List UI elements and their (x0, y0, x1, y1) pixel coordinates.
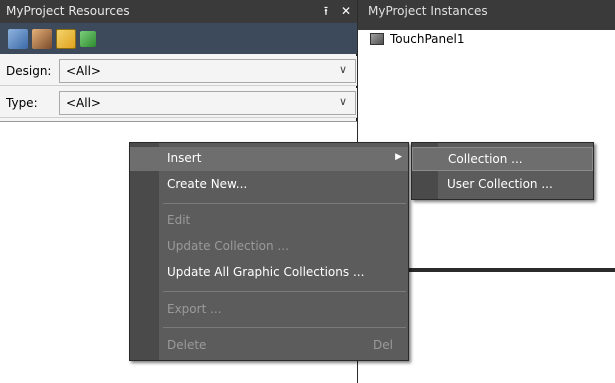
instances-panel-title-bar: MyProject Instances (358, 0, 615, 30)
menu-item-insert[interactable]: Insert ▶ (130, 147, 408, 171)
collection-folder-icon[interactable] (56, 28, 76, 49)
menu-separator (163, 291, 406, 292)
resources-toolbar (0, 23, 357, 54)
menu-item-label: Update Collection ... (167, 239, 289, 253)
menu-item-collection[interactable]: Collection ... (412, 147, 593, 171)
menu-item-label: Export ... (167, 302, 222, 316)
menu-item-edit: Edit (130, 209, 408, 233)
resources-panel-title: MyProject Resources (6, 4, 130, 18)
type-filter-row: Type: <All> ∨ (0, 88, 357, 118)
menu-item-shortcut: Del (373, 338, 393, 352)
menu-item-label: Update All Graphic Collections ... (167, 265, 365, 279)
tree-item-label: TouchPanel1 (390, 32, 465, 46)
list-icon[interactable] (80, 30, 96, 47)
menu-item-label: Delete (167, 338, 207, 352)
title-bar-buttons: ⭱ ✕ (317, 2, 355, 20)
type-select[interactable]: <All> ∨ (59, 91, 356, 115)
tree-item-touchpanel1[interactable]: TouchPanel1 (370, 32, 464, 46)
touch-panel-icon (370, 33, 384, 45)
pin-icon[interactable]: ⭱ (317, 2, 335, 20)
design-label: Design: (6, 64, 52, 78)
design-filter-row: Design: <All> ∨ (0, 56, 357, 86)
menu-item-update-all-graphic-collections[interactable]: Update All Graphic Collections ... (130, 261, 408, 285)
submenu-arrow-icon: ▶ (395, 152, 402, 162)
graphics-icon[interactable] (32, 28, 52, 49)
design-select-value: <All> (66, 64, 101, 78)
chevron-down-icon: ∨ (338, 63, 347, 76)
context-menu: Insert ▶ Create New... Edit Update Colle… (129, 142, 409, 361)
menu-item-label: Insert (167, 151, 202, 165)
menu-item-create-new[interactable]: Create New... (130, 173, 408, 197)
chevron-down-icon: ∨ (338, 95, 347, 108)
menu-separator (163, 327, 406, 328)
resources-icon[interactable] (8, 28, 28, 49)
menu-item-label: Edit (167, 213, 191, 227)
instances-panel-title: MyProject Instances (368, 4, 488, 18)
menu-item-user-collection[interactable]: User Collection ... (412, 173, 593, 197)
menu-item-update-collection: Update Collection ... (130, 235, 408, 259)
menu-item-label: Create New... (167, 177, 248, 191)
insert-submenu: Collection ... User Collection ... (411, 142, 594, 200)
menu-separator (163, 203, 406, 204)
menu-item-label: User Collection ... (447, 177, 553, 191)
type-label: Type: (6, 96, 38, 110)
close-icon[interactable]: ✕ (337, 2, 355, 20)
type-select-value: <All> (66, 96, 101, 110)
application-window: MyProject Resources ⭱ ✕ Design: <All> ∨ … (0, 0, 615, 383)
resources-panel-title-bar: MyProject Resources ⭱ ✕ (0, 0, 357, 23)
menu-item-export: Export ... (130, 298, 408, 322)
menu-item-delete: Delete Del (130, 334, 408, 358)
design-select[interactable]: <All> ∨ (59, 59, 356, 83)
menu-item-label: Collection ... (448, 152, 523, 166)
